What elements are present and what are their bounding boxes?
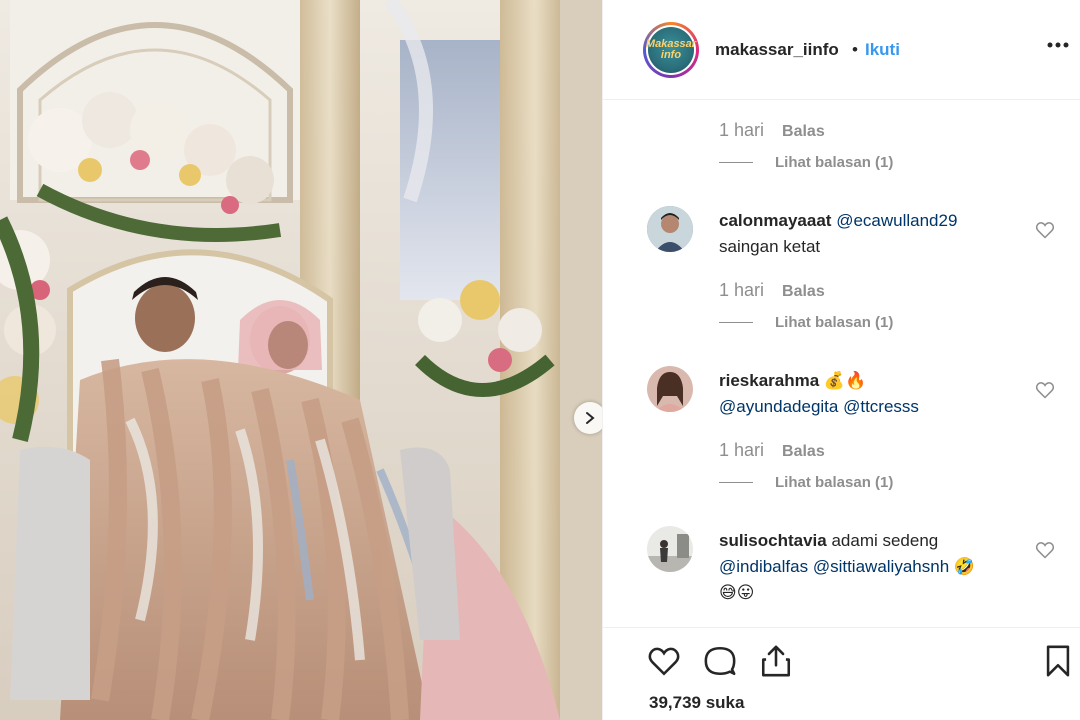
commenter-avatar[interactable]: [647, 366, 693, 412]
reply-button[interactable]: Balas: [782, 443, 825, 460]
author-avatar[interactable]: Makassar info: [643, 22, 699, 78]
comment-username[interactable]: rieskarahma: [719, 371, 819, 390]
comment-icon[interactable]: [703, 644, 737, 678]
comment-time[interactable]: 1 hari: [719, 280, 764, 300]
comment-mention[interactable]: @ecawulland29: [836, 211, 957, 230]
likes-count[interactable]: 39,739 suka: [649, 693, 744, 713]
comment-emoji: 🤣: [953, 557, 976, 576]
comment-mention[interactable]: @sittiawaliyahsnh: [813, 557, 949, 576]
post-panel: Makassar info makassar_iinfo • Ikuti 1 h…: [602, 0, 1080, 720]
post-header: Makassar info makassar_iinfo • Ikuti: [603, 0, 1080, 100]
view-replies-line: [719, 482, 753, 483]
commenter-avatar-image: [647, 366, 693, 412]
view-replies-button[interactable]: Lihat balasan (1): [719, 314, 893, 331]
follow-button[interactable]: Ikuti: [865, 40, 900, 60]
share-icon[interactable]: [759, 644, 793, 678]
view-replies-line: [719, 322, 753, 323]
next-photo-button[interactable]: [574, 402, 602, 434]
heart-icon[interactable]: [647, 644, 681, 678]
comment-time[interactable]: 1 hari: [719, 120, 764, 140]
comment-body: calonmayaaat @ecawulland29 saingan ketat: [719, 208, 1019, 260]
author-avatar-image: Makassar info: [646, 27, 696, 73]
author-username[interactable]: makassar_iinfo: [715, 40, 839, 60]
comment-emoji: 💰🔥: [823, 371, 867, 390]
commenter-avatar-image: [647, 526, 693, 572]
post-photo[interactable]: [0, 0, 602, 720]
comment-text: saingan ketat: [719, 237, 821, 256]
commenter-avatar[interactable]: [647, 206, 693, 252]
comment-username[interactable]: calonmayaaat: [719, 211, 831, 230]
view-replies-label: Lihat balasan (1): [775, 474, 894, 491]
commenter-avatar[interactable]: [647, 526, 693, 572]
comment-mention[interactable]: @ttcresss: [843, 397, 919, 416]
reply-button[interactable]: Balas: [782, 123, 825, 140]
comments-list[interactable]: 1 hari Balas Lihat balasan (1) calonmayaa…: [603, 100, 1080, 627]
comment-meta: 1 hari Balas: [719, 440, 825, 461]
view-replies-line: [719, 162, 753, 163]
chevron-right-icon: [586, 412, 595, 424]
comment-body: sulisochtavia adami sedeng @indibalfas @…: [719, 528, 1019, 606]
comment-meta: 1 hari Balas: [719, 280, 825, 301]
comment-username[interactable]: sulisochtavia: [719, 531, 827, 550]
header-separator: •: [852, 40, 858, 59]
comment-emoji: 😅😛: [719, 583, 755, 602]
comment-mention[interactable]: @indibalfas: [719, 557, 808, 576]
comment-text: adami sedeng: [831, 531, 939, 550]
view-replies-label: Lihat balasan (1): [775, 154, 894, 171]
view-replies-button[interactable]: Lihat balasan (1): [719, 474, 893, 491]
view-replies-button[interactable]: Lihat balasan (1): [719, 154, 893, 171]
comment-like-heart-icon[interactable]: [1035, 380, 1055, 400]
comment-body: rieskarahma 💰🔥 @ayundadegita @ttcresss: [719, 368, 1019, 420]
comment-like-heart-icon[interactable]: [1035, 540, 1055, 560]
comment-like-heart-icon[interactable]: [1035, 220, 1055, 240]
more-horizontal-icon[interactable]: [1047, 42, 1069, 48]
comment-time[interactable]: 1 hari: [719, 440, 764, 460]
bookmark-icon[interactable]: [1041, 644, 1075, 678]
comment-mention[interactable]: @ayundadegita: [719, 397, 838, 416]
reply-button[interactable]: Balas: [782, 283, 825, 300]
comment-meta: 1 hari Balas: [719, 120, 825, 141]
wedding-photo-illustration: [0, 0, 602, 720]
commenter-avatar-image: [647, 206, 693, 252]
view-replies-label: Lihat balasan (1): [775, 314, 894, 331]
